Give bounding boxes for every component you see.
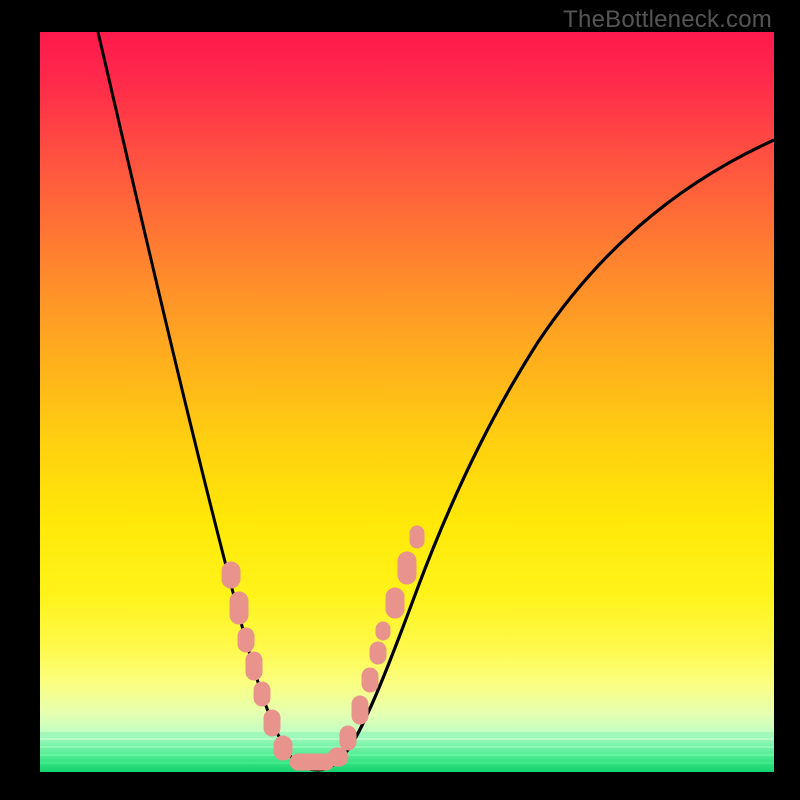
curve-layer — [40, 32, 774, 772]
bottleneck-curve-right — [318, 140, 774, 770]
chart-frame: TheBottleneck.com — [0, 0, 800, 800]
plot-area — [40, 32, 774, 772]
bottleneck-curve-left — [98, 32, 318, 770]
watermark-text: TheBottleneck.com — [563, 6, 772, 34]
